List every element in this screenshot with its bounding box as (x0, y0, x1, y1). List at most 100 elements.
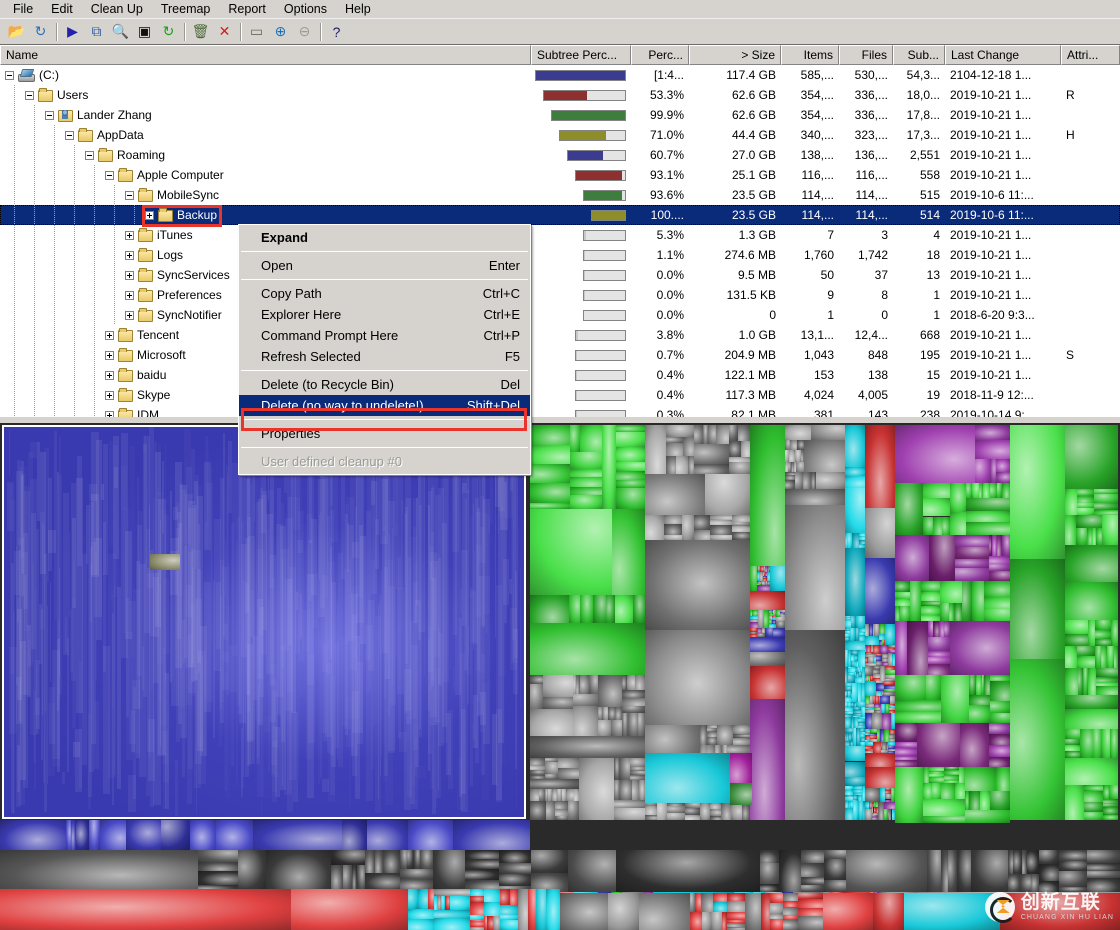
expand-icon[interactable] (105, 350, 114, 360)
expand-icon[interactable] (125, 230, 134, 240)
context-menu-item-explorer-here[interactable]: Explorer Here Ctrl+E (239, 304, 530, 325)
collapse-icon[interactable] (65, 130, 74, 140)
toolbar-zoom-in-icon[interactable]: ⊕ (269, 21, 292, 43)
cell-name[interactable]: (C:) (0, 65, 531, 85)
table-row[interactable]: Roaming 60.7% 27.0 GB 138,... 136,... 2,551 20… (0, 145, 1120, 165)
menu-item-file[interactable]: File (4, 1, 42, 17)
treemap-tile (928, 657, 951, 665)
column-header-items[interactable]: Items (781, 45, 839, 65)
menu-item-treemap[interactable]: Treemap (152, 1, 220, 17)
table-row[interactable]: Backup 100.... 23.5 GB 114,... 114,... 514 201… (0, 205, 1120, 225)
column-header-subtree[interactable]: Subtree Perc... (531, 45, 631, 65)
table-row[interactable]: Microsoft 0.7% 204.9 MB 1,043 848 195 2019-10-… (0, 345, 1120, 365)
column-header-subdirs[interactable]: Sub... (893, 45, 945, 65)
toolbar-zoom-out-icon[interactable]: ⊖ (293, 21, 316, 43)
treemap-tile (569, 476, 602, 487)
table-row[interactable]: iTunes 5.3% 1.3 GB 7 3 4 2019-10-21 1... (0, 225, 1120, 245)
treemap-tile (741, 803, 750, 820)
cell-name[interactable]: Roaming (0, 145, 531, 165)
column-header-change[interactable]: Last Change (945, 45, 1061, 65)
toolbar-open-icon[interactable]: 📂 (5, 21, 28, 43)
treemap-panel[interactable] (0, 423, 1120, 930)
collapse-icon[interactable] (25, 90, 34, 100)
toolbar-refresh-all-icon[interactable]: ↻ (29, 21, 52, 43)
expand-icon[interactable] (125, 310, 134, 320)
treemap-tile (198, 850, 239, 862)
collapse-icon[interactable] (105, 170, 114, 180)
table-row[interactable]: SyncServices 0.0% 9.5 MB 50 37 13 2019-10-21 1… (0, 265, 1120, 285)
cell-name[interactable]: Users (0, 85, 531, 105)
cell-name[interactable]: MobileSync (0, 185, 531, 205)
treemap-selected-region[interactable] (2, 425, 526, 819)
table-row[interactable]: Lander Zhang 99.9% 62.6 GB 354,... 336,... 17… (0, 105, 1120, 125)
cell-subtree-percentage-bar (531, 405, 631, 417)
menu-item-options[interactable]: Options (275, 1, 336, 17)
expand-icon[interactable] (105, 410, 114, 417)
table-row[interactable]: baidu 0.4% 122.1 MB 153 138 15 2019-10-21 1... (0, 365, 1120, 385)
toolbar-explorer-here-icon[interactable]: 🔍 (109, 21, 132, 43)
expand-icon[interactable] (105, 370, 114, 380)
expand-icon[interactable] (105, 390, 114, 400)
context-menu-item-properties[interactable]: Properties (239, 423, 530, 444)
toolbar-continue-play-icon[interactable]: ▶ (61, 21, 84, 43)
cell-name[interactable]: Apple Computer (0, 165, 531, 185)
cell-size: 117.4 GB (726, 68, 776, 82)
table-row[interactable]: Preferences 0.0% 131.5 KB 9 8 1 2019-10-21 1..… (0, 285, 1120, 305)
cell-items: 7 (827, 228, 834, 242)
treemap-tile (968, 791, 980, 811)
menu-item-clean-up[interactable]: Clean Up (82, 1, 152, 17)
treemap-tile (1065, 708, 1118, 729)
table-row[interactable]: (C:) [1:4... 117.4 GB 585,... 530,... 54,3...… (0, 65, 1120, 85)
column-header-attr[interactable]: Attri... (1061, 45, 1120, 65)
context-menu-item-delete-to-recycle-bin[interactable]: Delete (to Recycle Bin) Del (239, 374, 530, 395)
cell-name[interactable]: Lander Zhang (0, 105, 531, 125)
table-row[interactable]: SyncNotifier 0.0% 0 1 0 1 2018-6-20 9:3... (0, 305, 1120, 325)
column-header-name[interactable]: Name (0, 45, 531, 65)
context-menu-item-expand[interactable]: Expand (239, 227, 530, 248)
collapse-icon[interactable] (45, 110, 54, 120)
toolbar-delete-recycle-bin-icon[interactable]: 🗑 (189, 21, 212, 43)
toolbar-refresh-selected-icon[interactable]: ↻ (157, 21, 180, 43)
treemap-tile (822, 893, 873, 930)
treemap-tile (847, 675, 856, 683)
percentage-bar (583, 249, 626, 261)
treemap-tile (876, 683, 884, 692)
table-row[interactable]: Apple Computer 93.1% 25.1 GB 116,... 116,...… (0, 165, 1120, 185)
table-row[interactable]: Logs 1.1% 274.6 MB 1,760 1,742 18 2019-10-21 1… (0, 245, 1120, 265)
menu-item-help[interactable]: Help (336, 1, 380, 17)
expand-icon[interactable] (125, 290, 134, 300)
collapse-icon[interactable] (5, 70, 14, 80)
menu-item-edit[interactable]: Edit (42, 1, 82, 17)
table-row[interactable]: IDM 0.3% 82.1 MB 381 143 238 2019-10-14 9: (0, 405, 1120, 417)
table-row[interactable]: Skype 0.4% 117.3 MB 4,024 4,005 19 2018-11-9 1… (0, 385, 1120, 405)
column-header-files[interactable]: Files (839, 45, 893, 65)
context-menu-item-copy-path[interactable]: Copy Path Ctrl+C (239, 283, 530, 304)
expand-icon[interactable] (125, 270, 134, 280)
table-row[interactable]: Users 53.3% 62.6 GB 354,... 336,... 18,0... 20… (0, 85, 1120, 105)
tree-guide (65, 165, 85, 185)
toolbar-copy-path-icon[interactable]: ⧉ (85, 21, 108, 43)
context-menu-item-delete-no-way-to-undelete[interactable]: Delete (no way to undelete!) Shift+Del (239, 395, 530, 416)
toolbar-delete-permanent-icon[interactable]: ✕ (213, 21, 236, 43)
column-header-percent[interactable]: Perc... (631, 45, 689, 65)
column-header-size[interactable]: > Size (689, 45, 781, 65)
context-menu-item-refresh-selected[interactable]: Refresh Selected F5 (239, 346, 530, 367)
context-menu[interactable]: Expand Open Enter Copy Path Ctrl+C Explorer H… (238, 224, 531, 475)
table-row[interactable]: Tencent 3.8% 1.0 GB 13,1... 12,4... 668 2019-1… (0, 325, 1120, 345)
expand-icon[interactable] (145, 210, 154, 220)
collapse-icon[interactable] (85, 150, 94, 160)
toolbar-help-icon[interactable]: ? (325, 21, 348, 43)
table-row[interactable]: AppData 71.0% 44.4 GB 340,... 323,... 17,3...… (0, 125, 1120, 145)
cell-name[interactable]: AppData (0, 125, 531, 145)
treemap-tile (865, 507, 895, 559)
expand-icon[interactable] (125, 250, 134, 260)
cell-name[interactable]: Backup (0, 205, 531, 225)
menu-item-report[interactable]: Report (219, 1, 275, 17)
context-menu-item-open[interactable]: Open Enter (239, 255, 530, 276)
table-row[interactable]: MobileSync 93.6% 23.5 GB 114,... 114,... 515 2… (0, 185, 1120, 205)
toolbar-command-prompt-icon[interactable]: ▣ (133, 21, 156, 43)
toolbar-properties-icon[interactable]: ▭ (245, 21, 268, 43)
expand-icon[interactable] (105, 330, 114, 340)
collapse-icon[interactable] (125, 190, 134, 200)
context-menu-item-command-prompt-here[interactable]: Command Prompt Here Ctrl+P (239, 325, 530, 346)
